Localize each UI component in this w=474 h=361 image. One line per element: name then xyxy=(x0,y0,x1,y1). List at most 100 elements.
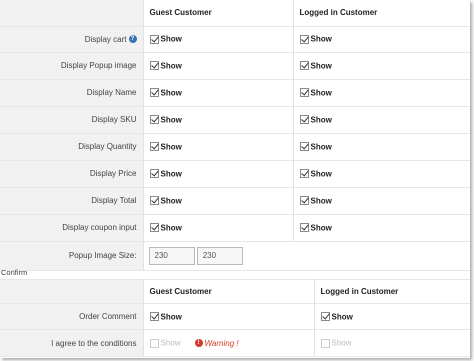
checkbox[interactable] xyxy=(299,34,309,44)
show-label: Show xyxy=(310,196,332,206)
row-display-total: Display Total Show Show xyxy=(0,187,470,215)
checkbox[interactable] xyxy=(299,115,309,125)
header-logged-in-customer: Logged in Customer xyxy=(314,279,470,304)
checkbox[interactable] xyxy=(149,34,159,44)
row-display-cart: Display cart? Show Show xyxy=(0,26,470,53)
show-label: Show xyxy=(331,312,353,322)
row-popup-image-size: Popup Image Size: 230 230 xyxy=(0,241,470,271)
row-label: Display coupon input xyxy=(0,214,144,242)
row-label: Display Price xyxy=(0,160,144,188)
checkbox[interactable] xyxy=(320,338,330,348)
checkbox[interactable] xyxy=(149,142,159,152)
checkbox[interactable] xyxy=(149,88,159,98)
question-icon[interactable]: ? xyxy=(128,35,137,44)
row-display-popup-image: Display Popup image Show Show xyxy=(0,52,470,80)
show-label: Show xyxy=(160,223,182,233)
checkbox[interactable] xyxy=(149,312,159,322)
row-display-quantity: Display Quantity Show Show xyxy=(0,133,470,161)
row-label: Display SKU xyxy=(0,106,144,134)
confirm-options-table: Guest Customer Logged in Customer Order … xyxy=(0,279,470,357)
row-label: Display Total xyxy=(0,187,144,215)
guest-option[interactable]: Show xyxy=(143,106,294,134)
checkbox[interactable] xyxy=(149,196,159,206)
show-label: Show xyxy=(310,169,332,179)
row-display-name: Display Name Show Show xyxy=(0,79,470,107)
logged-option[interactable]: Show xyxy=(314,329,470,357)
header-guest-customer: Guest Customer xyxy=(143,0,294,27)
logged-option[interactable]: Show xyxy=(293,214,470,242)
logged-option[interactable]: Show xyxy=(314,303,470,330)
logged-option[interactable]: Show xyxy=(293,187,470,215)
show-label: Show xyxy=(160,115,182,125)
row-order-comment: Order Comment Show Show xyxy=(0,303,470,330)
header-empty xyxy=(0,0,144,27)
logged-option[interactable]: Show xyxy=(293,133,470,161)
show-label: Show xyxy=(310,115,332,125)
warning-text: Warning ! xyxy=(204,338,239,348)
guest-option[interactable]: Show xyxy=(143,52,294,80)
row-label-text: Display cart xyxy=(84,34,127,44)
checkbox[interactable] xyxy=(299,196,309,206)
row-label: Display Quantity xyxy=(0,133,144,161)
show-label: Show xyxy=(160,88,182,98)
header-logged-in-customer: Logged in Customer xyxy=(293,0,470,27)
show-label: Show xyxy=(310,61,332,71)
show-label: Show xyxy=(310,34,332,44)
logged-option[interactable]: Show xyxy=(293,79,470,107)
row-label: Popup Image Size: xyxy=(0,241,144,271)
show-label: Show xyxy=(160,169,182,179)
checkbox[interactable] xyxy=(299,88,309,98)
show-label: Show xyxy=(310,223,332,233)
row-display-price: Display Price Show Show xyxy=(0,160,470,188)
guest-option[interactable]: Show xyxy=(143,303,315,330)
logged-option[interactable]: Show xyxy=(293,106,470,134)
checkbox[interactable] xyxy=(320,312,330,322)
header-row: Guest Customer Logged in Customer xyxy=(0,0,470,27)
row-label: Display cart? xyxy=(0,26,144,53)
logged-option[interactable]: Show xyxy=(293,160,470,188)
show-label: Show xyxy=(160,196,182,206)
logged-option[interactable]: Show xyxy=(293,52,470,80)
logged-option[interactable]: Show xyxy=(293,26,470,53)
show-label: Show xyxy=(310,142,332,152)
guest-option[interactable]: Show! Warning ! xyxy=(143,329,315,357)
show-label: Show xyxy=(331,338,352,348)
popup-height-input[interactable]: 230 xyxy=(196,246,243,265)
section-title-confirm: Confirm xyxy=(1,268,28,277)
settings-panel: Guest Customer Logged in Customer Displa… xyxy=(0,0,470,358)
popup-size-inputs: 230 230 xyxy=(143,241,470,271)
row-label: I agree to the conditions xyxy=(0,329,144,357)
checkbox[interactable] xyxy=(149,338,159,348)
checkbox[interactable] xyxy=(299,61,309,71)
row-label: Display Name xyxy=(0,79,144,107)
show-label: Show xyxy=(160,34,182,44)
checkbox[interactable] xyxy=(299,223,309,233)
show-label: Show xyxy=(310,88,332,98)
checkbox[interactable] xyxy=(149,223,159,233)
show-label: Show xyxy=(160,142,182,152)
confirm-header-row: Guest Customer Logged in Customer xyxy=(0,279,470,304)
guest-option[interactable]: Show xyxy=(143,79,294,107)
checkbox[interactable] xyxy=(149,169,159,179)
guest-option[interactable]: Show xyxy=(143,160,294,188)
row-display-sku: Display SKU Show Show xyxy=(0,106,470,134)
guest-option[interactable]: Show xyxy=(143,214,294,242)
checkbox[interactable] xyxy=(149,61,159,71)
show-label: Show xyxy=(160,61,182,71)
guest-option[interactable]: Show xyxy=(143,133,294,161)
row-label: Order Comment xyxy=(0,303,144,330)
show-label: Show xyxy=(160,338,181,348)
show-label: Show xyxy=(160,312,182,322)
header-empty xyxy=(0,279,144,304)
warning-icon: ! xyxy=(194,339,203,348)
header-guest-customer: Guest Customer xyxy=(143,279,315,304)
display-options-table: Guest Customer Logged in Customer Displa… xyxy=(0,0,470,271)
checkbox[interactable] xyxy=(299,142,309,152)
checkbox[interactable] xyxy=(299,169,309,179)
popup-width-input[interactable]: 230 xyxy=(148,246,195,265)
row-agree-conditions: I agree to the conditions Show! Warning !… xyxy=(0,329,470,357)
guest-option[interactable]: Show xyxy=(143,26,294,53)
row-label: Display Popup image xyxy=(0,52,144,80)
checkbox[interactable] xyxy=(149,115,159,125)
guest-option[interactable]: Show xyxy=(143,187,294,215)
